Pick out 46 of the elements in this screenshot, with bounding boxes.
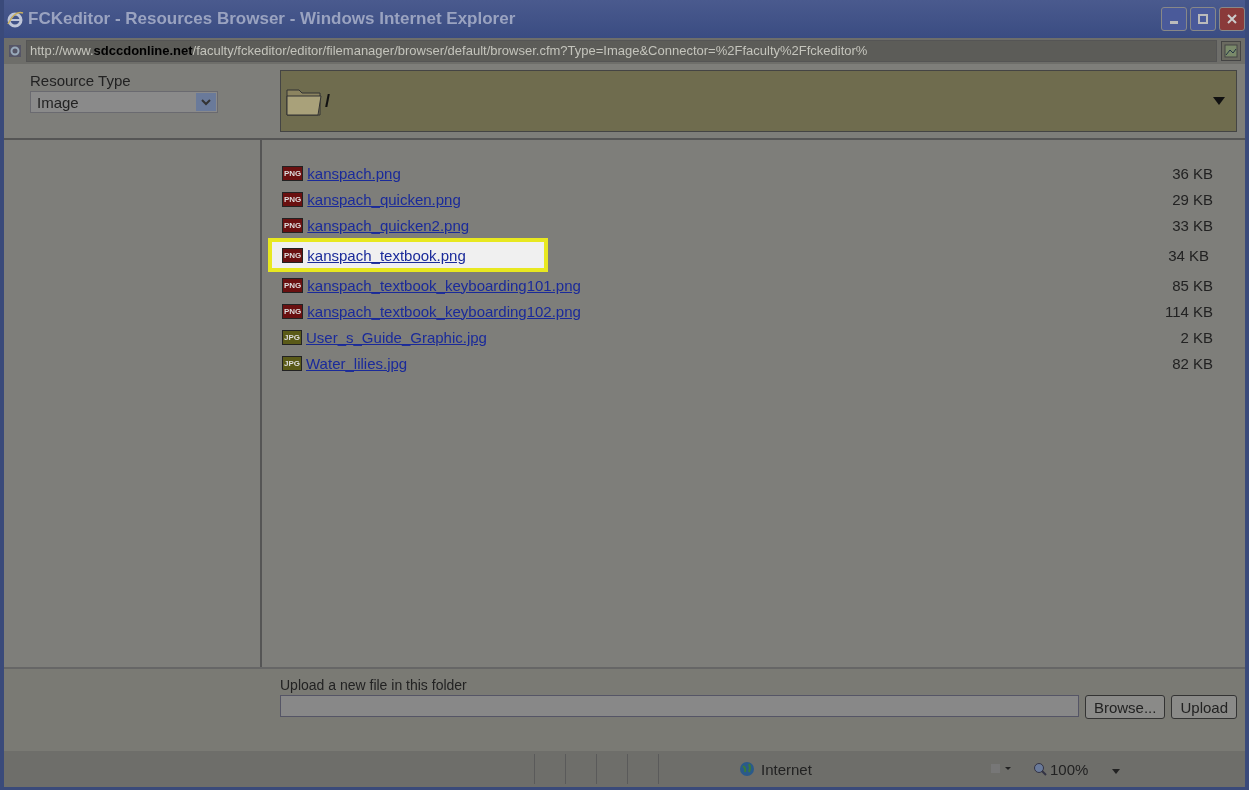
file-size: 114 KB xyxy=(1164,302,1213,320)
file-link[interactable]: kanspach_textbook_keyboarding101.png xyxy=(307,276,581,294)
file-link[interactable]: kanspach_textbook.png xyxy=(307,246,466,264)
file-size: 36 KB xyxy=(1172,164,1213,182)
maximize-icon xyxy=(1198,14,1208,24)
file-type-icon: PNG xyxy=(282,277,304,293)
file-size: 29 KB xyxy=(1172,190,1213,208)
file-type-icon: JPG xyxy=(282,329,302,345)
window-title: FCKeditor - Resources Browser - Windows Internet Explorer xyxy=(28,9,517,29)
picture-icon[interactable] xyxy=(1221,41,1241,61)
file-path-field[interactable] xyxy=(280,695,1079,717)
file-link[interactable]: kanspach.png xyxy=(307,164,401,182)
upload-button[interactable]: Upload xyxy=(1171,695,1237,719)
resource-type-label: Resource Type xyxy=(30,72,132,89)
file-size: 34 KB xyxy=(1168,246,1209,264)
file-size: 82 KB xyxy=(1172,354,1213,372)
upload-label: Upload a new file in this folder xyxy=(280,677,468,693)
minimize-button[interactable] xyxy=(1161,7,1187,31)
address-field[interactable]: http://www.sdccdonline.net/faculty/fckeditor/editor/filemanager/browser/default/browser.cfm?Type=Image&Connector=%2Ffaculty%2Ffckeditor% xyxy=(26,40,1217,62)
file-type-icon: JPG xyxy=(282,355,302,371)
close-icon xyxy=(1227,14,1237,24)
magnifier-icon xyxy=(1033,762,1047,776)
zoom-control[interactable]: 100% xyxy=(1033,760,1089,778)
file-type-icon: PNG xyxy=(282,191,304,207)
file-type-icon: PNG xyxy=(282,247,304,263)
file-link[interactable]: kanspach_quicken2.png xyxy=(307,216,470,234)
close-button[interactable] xyxy=(1219,7,1245,31)
page-icon xyxy=(8,44,22,58)
folder-path: / xyxy=(325,90,331,112)
file-type-icon: PNG xyxy=(282,165,304,181)
browse-button[interactable]: Browse... xyxy=(1084,695,1166,719)
maximize-button[interactable] xyxy=(1190,7,1216,31)
file-size: 85 KB xyxy=(1172,276,1213,294)
globe-icon xyxy=(739,761,755,777)
browser-logo-icon xyxy=(6,10,24,28)
file-type-icon: PNG xyxy=(282,217,304,233)
security-zone: Internet xyxy=(761,760,812,778)
file-link[interactable]: kanspach_quicken.png xyxy=(307,190,461,208)
file-type-icon: PNG xyxy=(282,303,304,319)
file-size: 33 KB xyxy=(1172,216,1213,234)
file-link[interactable]: Water_lilies.jpg xyxy=(306,354,408,372)
file-link[interactable]: kanspach_textbook_keyboarding102.png xyxy=(307,302,581,320)
file-size: 2 KB xyxy=(1180,328,1213,346)
file-link[interactable]: User_s_Guide_Graphic.jpg xyxy=(306,328,487,346)
resource-type-select[interactable]: Image xyxy=(30,91,218,113)
minimize-icon xyxy=(1170,20,1178,24)
